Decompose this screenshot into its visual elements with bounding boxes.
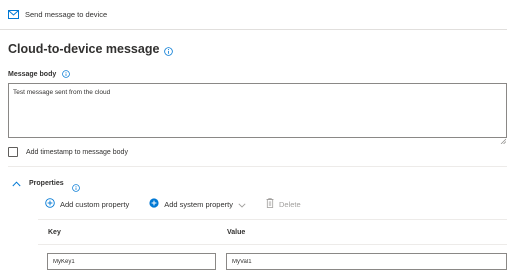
info-icon[interactable]	[71, 179, 81, 192]
grid-divider	[38, 219, 507, 220]
message-body-label: Message body	[8, 71, 57, 78]
message-body-input[interactable]: Test message sent from the cloud	[8, 83, 507, 138]
page-title: Cloud-to-device message	[8, 42, 160, 56]
resize-grip-icon[interactable]	[500, 131, 507, 145]
key-column-header: Key	[48, 229, 61, 236]
add-system-property-button[interactable]: Add system property	[149, 195, 246, 213]
add-custom-property-button[interactable]: Add custom property	[45, 195, 129, 213]
send-message-label: Send message to device	[25, 10, 108, 19]
divider	[8, 166, 507, 167]
page-title-row: Cloud-to-device message	[8, 42, 174, 56]
properties-toggle[interactable]: Properties	[12, 174, 81, 192]
timestamp-option: Add timestamp to message body	[8, 147, 128, 157]
grid-divider	[38, 244, 507, 245]
chevron-up-icon	[12, 174, 21, 192]
property-value-input[interactable]	[226, 253, 507, 270]
value-column-header: Value	[227, 229, 246, 236]
send-message-button[interactable]: Send message to device	[8, 6, 107, 24]
info-icon[interactable]	[164, 45, 174, 56]
properties-toolbar: Add custom property Add system property	[45, 195, 321, 213]
delete-button[interactable]: Delete	[266, 195, 301, 213]
info-icon[interactable]	[62, 70, 71, 79]
property-key-input[interactable]	[47, 253, 216, 270]
delete-label: Delete	[278, 199, 301, 209]
properties-label: Properties	[29, 179, 64, 187]
timestamp-checkbox[interactable]	[8, 147, 18, 157]
mail-icon	[8, 6, 19, 24]
add-filled-icon	[149, 195, 159, 213]
add-circle-icon	[45, 195, 55, 213]
chevron-down-icon	[238, 195, 246, 213]
trash-icon	[266, 195, 274, 213]
add-custom-property-label: Add custom property	[60, 199, 130, 209]
add-system-property-label: Add system property	[164, 199, 233, 209]
timestamp-label: Add timestamp to message body	[26, 148, 128, 156]
message-body-label-row: Message body	[8, 70, 71, 79]
command-bar: Send message to device	[0, 0, 507, 30]
